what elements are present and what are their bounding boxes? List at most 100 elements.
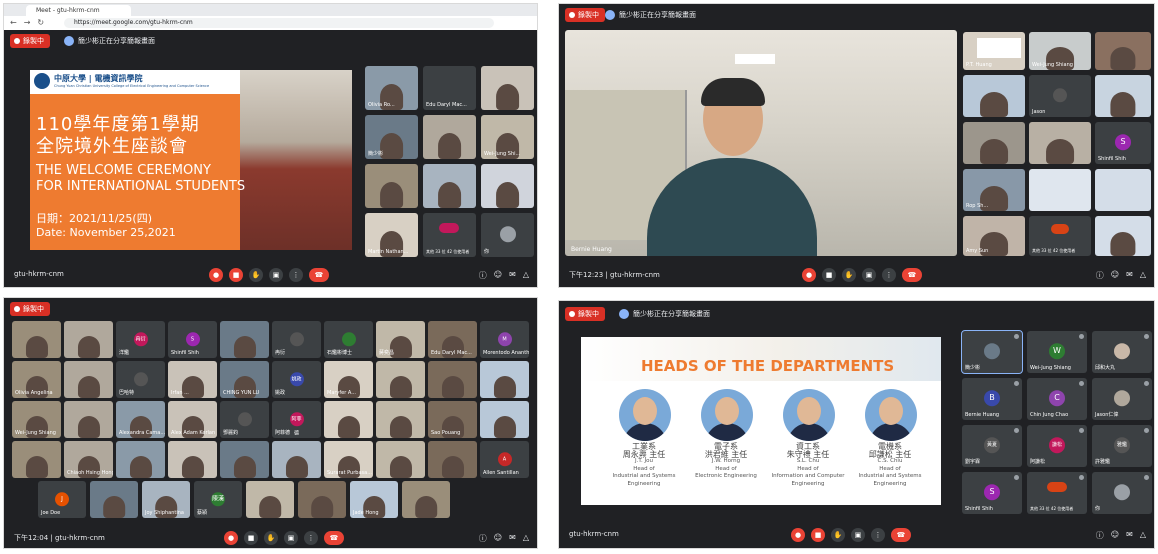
participant-tile[interactable] xyxy=(64,401,113,438)
participant-tile[interactable]: Alexandra Cama... xyxy=(116,401,165,438)
others-tile[interactable]: 其他 33 位 42 位使用者 xyxy=(423,213,476,257)
recording-badge[interactable]: 錄製中 xyxy=(565,8,605,22)
people-icon[interactable]: ☺ xyxy=(1111,270,1119,281)
participant-tile[interactable] xyxy=(220,321,269,358)
participant-tile[interactable]: 謙松 阿謙松 xyxy=(1027,425,1087,467)
end-call-icon[interactable]: ☎ xyxy=(309,268,329,282)
participant-tile[interactable]: Olivia Angelina xyxy=(12,361,61,398)
participant-tile[interactable] xyxy=(1029,169,1091,211)
present-icon[interactable]: ▣ xyxy=(851,528,865,542)
participant-tile[interactable] xyxy=(272,441,321,478)
end-call-icon[interactable]: ☎ xyxy=(891,528,911,542)
mic-icon[interactable]: ● xyxy=(209,268,223,282)
participant-tile[interactable]: Olivia Ro... xyxy=(365,66,418,110)
participant-tile[interactable]: A Allen Santillan xyxy=(480,441,529,478)
forward-icon[interactable]: → xyxy=(24,18,31,27)
end-call-icon[interactable]: ☎ xyxy=(324,531,344,545)
participant-tile[interactable]: 簡少彬 xyxy=(365,115,418,159)
participant-tile[interactable] xyxy=(168,441,217,478)
participant-tile[interactable] xyxy=(428,361,477,398)
info-icon[interactable]: ⓘ xyxy=(1096,530,1104,541)
people-icon[interactable]: ☺ xyxy=(1111,530,1119,541)
raise-hand-icon[interactable]: ✋ xyxy=(249,268,263,282)
recording-badge[interactable]: 錄製中 xyxy=(565,307,605,321)
participant-tile[interactable]: 冉衍 洋鑑 xyxy=(116,321,165,358)
participant-tile[interactable] xyxy=(1029,122,1091,164)
participant-tile[interactable]: 鄧麗鈞 xyxy=(220,401,269,438)
participant-tile[interactable]: Alex Adam Kerlan xyxy=(168,401,217,438)
participant-tile[interactable] xyxy=(365,164,418,208)
participant-tile[interactable]: 阿菲德 阿菲德 xyxy=(272,401,321,438)
mic-icon[interactable]: ● xyxy=(224,531,238,545)
more-icon[interactable]: ⋮ xyxy=(882,268,896,282)
mic-icon[interactable]: ● xyxy=(791,528,805,542)
participant-tile[interactable]: Martin Nathan... xyxy=(365,213,418,257)
present-icon[interactable]: ▣ xyxy=(284,531,298,545)
participant-tile[interactable] xyxy=(963,122,1025,164)
participant-tile[interactable]: W Wei-Jung Shiang xyxy=(1027,331,1087,373)
participant-tile[interactable]: Chiaoh Hsing Hong xyxy=(64,441,113,478)
participant-tile[interactable]: Joy Shiphantina xyxy=(142,481,190,518)
participant-tile[interactable]: M Morentodo Ananth... xyxy=(480,321,529,358)
participant-tile[interactable]: S Shinfil Shih xyxy=(1095,122,1151,164)
participant-tile[interactable]: B Bernie Huang xyxy=(962,378,1022,420)
end-call-icon[interactable]: ☎ xyxy=(902,268,922,282)
self-tile[interactable]: 你 xyxy=(481,213,534,257)
participant-tile[interactable] xyxy=(12,321,61,358)
recording-badge[interactable]: 錄製中 xyxy=(10,34,50,48)
chat-icon[interactable]: ✉ xyxy=(509,533,516,544)
info-icon[interactable]: ⓘ xyxy=(1096,270,1104,281)
raise-hand-icon[interactable]: ✋ xyxy=(831,528,845,542)
participant-tile[interactable]: Edu Daryl Mac... xyxy=(423,66,476,110)
participant-tile[interactable]: CHING YUN LU xyxy=(220,361,269,398)
participant-tile[interactable]: Surarat Purbasa... xyxy=(324,441,373,478)
browser-tab[interactable]: Meet - gtu-hkrm-cnm xyxy=(26,5,131,16)
camera-icon[interactable]: ■ xyxy=(229,268,243,282)
participant-tile[interactable]: Wei-Jung Shiang xyxy=(1029,32,1091,70)
participant-tile[interactable] xyxy=(12,441,61,478)
people-icon[interactable]: ☺ xyxy=(494,270,502,281)
participant-tile[interactable]: Sao Pouang xyxy=(428,401,477,438)
participant-tile[interactable] xyxy=(1095,75,1151,117)
participant-tile[interactable] xyxy=(220,441,269,478)
participant-tile[interactable]: 姚政 姚政 xyxy=(272,361,321,398)
info-icon[interactable]: ⓘ xyxy=(479,533,487,544)
participant-tile[interactable]: 邱和大丸 xyxy=(1092,331,1152,373)
main-video[interactable]: Bernie Huang xyxy=(565,30,957,256)
participant-tile[interactable]: Wei-Jung Shiang xyxy=(12,401,61,438)
participant-tile[interactable] xyxy=(246,481,294,518)
participant-tile[interactable]: Jason xyxy=(1029,75,1091,117)
participant-tile[interactable] xyxy=(376,441,425,478)
camera-icon[interactable]: ■ xyxy=(811,528,825,542)
participant-tile[interactable] xyxy=(481,66,534,110)
activities-icon[interactable]: △ xyxy=(1140,270,1146,281)
participant-tile[interactable] xyxy=(480,361,529,398)
participant-tile[interactable] xyxy=(1095,216,1151,256)
people-icon[interactable]: ☺ xyxy=(494,533,502,544)
activities-icon[interactable]: △ xyxy=(523,533,529,544)
info-icon[interactable]: ⓘ xyxy=(479,270,487,281)
participant-tile[interactable]: 簡少彬 xyxy=(961,330,1023,374)
participant-tile[interactable]: Maryfer A... xyxy=(324,361,373,398)
participant-tile[interactable] xyxy=(298,481,346,518)
participant-tile[interactable] xyxy=(376,401,425,438)
participant-tile[interactable] xyxy=(90,481,138,518)
participant-tile[interactable] xyxy=(324,401,373,438)
participant-tile[interactable]: Wei-Jung Shi... xyxy=(481,115,534,159)
participant-tile[interactable] xyxy=(428,441,477,478)
participant-tile[interactable] xyxy=(402,481,450,518)
raise-hand-icon[interactable]: ✋ xyxy=(842,268,856,282)
participant-tile[interactable]: Amy Sun xyxy=(963,216,1025,256)
participant-tile[interactable]: Jade Hong xyxy=(350,481,398,518)
activities-icon[interactable]: △ xyxy=(1140,530,1146,541)
more-icon[interactable]: ⋮ xyxy=(289,268,303,282)
reload-icon[interactable]: ↻ xyxy=(37,18,44,27)
participant-tile[interactable] xyxy=(481,164,534,208)
participant-tile[interactable]: Jason仁偉 xyxy=(1092,378,1152,420)
chat-icon[interactable]: ✉ xyxy=(1126,270,1133,281)
more-icon[interactable]: ⋮ xyxy=(304,531,318,545)
participant-tile[interactable] xyxy=(116,441,165,478)
participant-tile[interactable]: 雅鑑 許雅鑑 xyxy=(1092,425,1152,467)
camera-icon[interactable]: ■ xyxy=(244,531,258,545)
raise-hand-icon[interactable]: ✋ xyxy=(264,531,278,545)
